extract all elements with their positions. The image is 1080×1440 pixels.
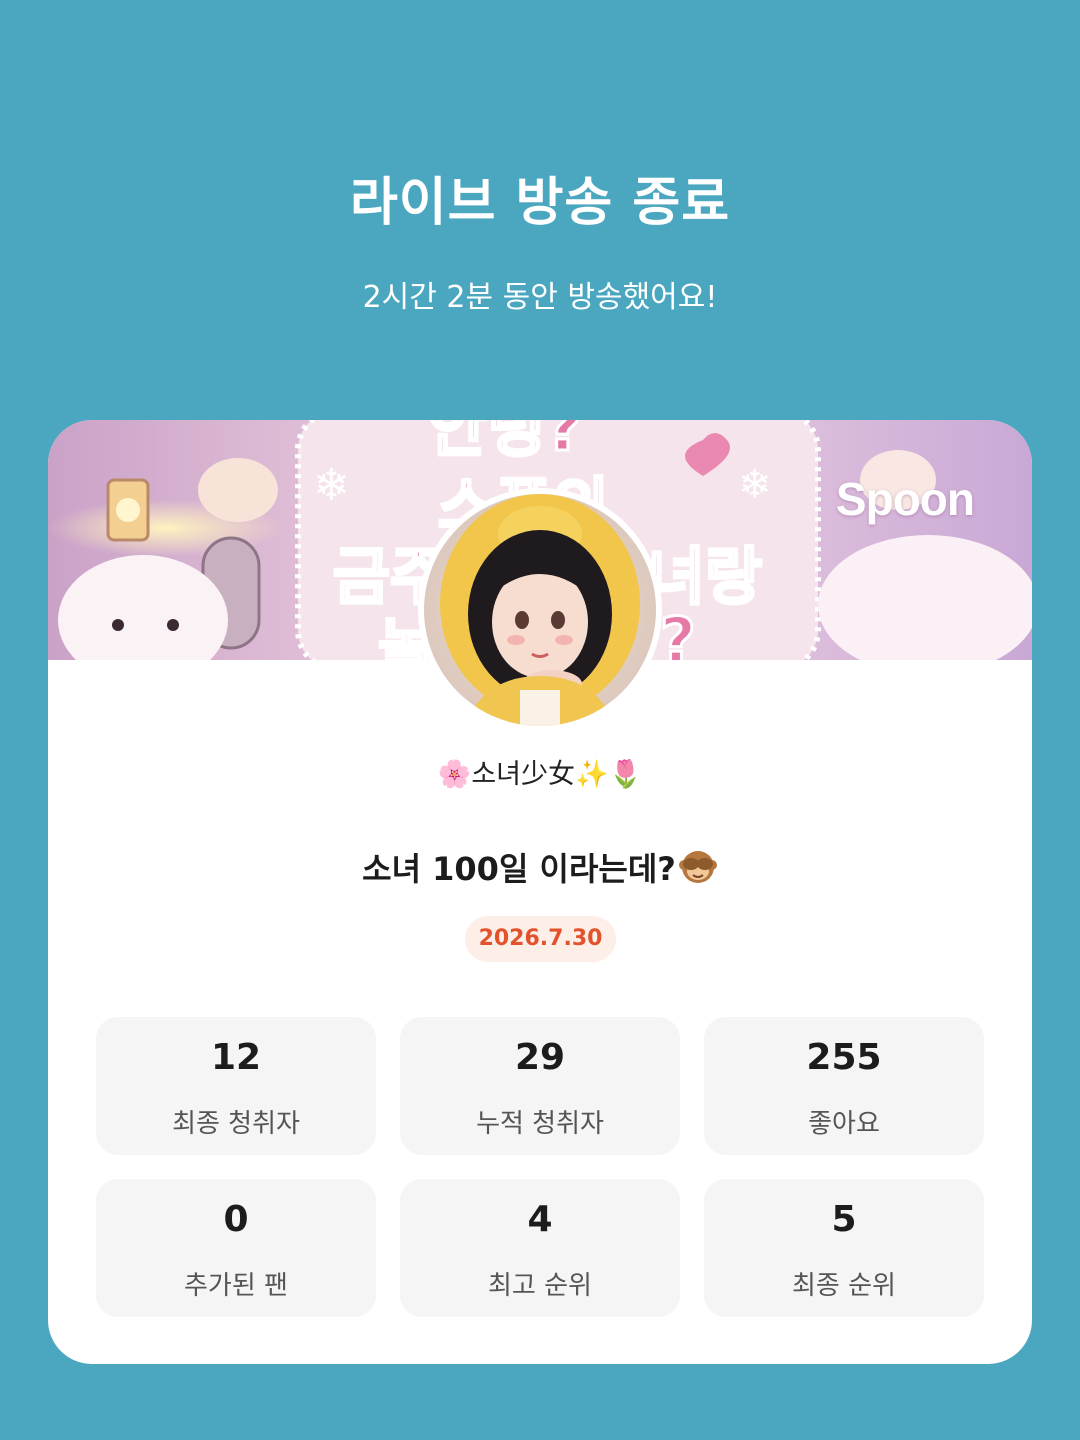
stat-final-listeners: 12 최종 청취자: [96, 1017, 376, 1155]
stat-value: 0: [223, 1199, 249, 1240]
username[interactable]: 🌸소녀少女✨🌷: [48, 752, 1032, 791]
stat-label: 최고 순위: [488, 1271, 592, 1301]
tulip-icon: ✨🌷: [575, 759, 643, 790]
banner-text-line1: 안녕?: [428, 420, 583, 466]
stat-value: 4: [527, 1199, 553, 1240]
see-no-evil-monkey-icon: [678, 851, 717, 883]
spoon-logo: Spoon: [835, 473, 975, 525]
broadcast-duration-text: 2시간 2분 동안 방송했어요!: [362, 280, 718, 315]
broadcast-summary-card: ❄ ❄ 안녕? 스푼의 금주 녀랑 놀 ? Spoon: [48, 420, 1032, 1364]
stat-label: 최종 순위: [792, 1271, 896, 1301]
broadcast-date-badge: 2026.7.30: [465, 916, 616, 962]
banner-text-line3-right: 녀랑: [648, 540, 762, 613]
stat-final-rank: 5 최종 순위: [704, 1179, 984, 1317]
svg-text:❄: ❄: [738, 462, 772, 508]
stat-total-listeners: 29 누적 청취자: [400, 1017, 680, 1155]
stat-best-rank: 4 최고 순위: [400, 1179, 680, 1317]
avatar[interactable]: [424, 494, 656, 726]
page-title: 라이브 방송 종료: [349, 173, 731, 233]
username-text: 소녀少女: [471, 759, 576, 790]
stat-label: 추가된 팬: [184, 1271, 288, 1301]
stat-label: 좋아요: [808, 1109, 880, 1139]
stat-value: 12: [210, 1037, 262, 1078]
stat-value: 5: [831, 1199, 857, 1240]
live-title: 소녀 100일 이라는데?: [48, 844, 1032, 890]
stat-value: 29: [514, 1037, 566, 1078]
banner-text-line4-right: ?: [660, 604, 696, 660]
live-title-text: 소녀 100일 이라는데?: [362, 850, 676, 888]
stat-new-fans: 0 추가된 팬: [96, 1179, 376, 1317]
cherry-blossom-icon: 🌸: [437, 759, 472, 790]
stat-likes: 255 좋아요: [704, 1017, 984, 1155]
svg-text:❄: ❄: [313, 460, 350, 511]
avatar-image: [424, 494, 656, 726]
stat-label: 누적 청취자: [476, 1109, 604, 1139]
stat-value: 255: [806, 1037, 882, 1078]
stat-label: 최종 청취자: [172, 1109, 300, 1139]
